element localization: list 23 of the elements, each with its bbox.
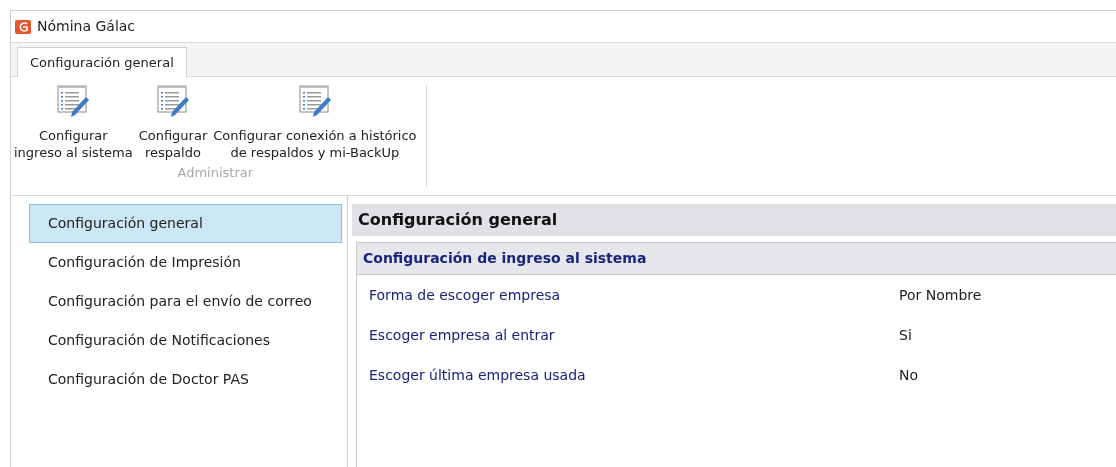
content-header: Configuración general [352,204,1116,236]
sidebar-item[interactable]: Configuración de Notificaciones [29,321,342,360]
edit-document-icon [56,85,91,119]
setting-value: Si [899,325,912,345]
group-label: Administrar [177,164,254,182]
window-title: Nómina Gálac [37,17,136,36]
setting-label: Forma de escoger empresa [369,285,562,305]
ribbon-button[interactable]: Configurar respaldo [135,85,211,161]
sidebar-item[interactable]: Configuración general [29,204,342,243]
setting-label: Escoger última empresa usada [369,365,587,385]
setting-value: Por Nombre [899,285,982,305]
edit-document-icon [297,85,332,119]
setting-value: No [899,365,919,385]
ribbon-button[interactable]: Configurar ingreso al sistema [11,85,136,161]
sidebar-item[interactable]: Configuración para el envío de correo [29,282,342,321]
sidebar-item[interactable]: Configuración de Doctor PAS [29,360,342,399]
setting-label: Escoger empresa al entrar [369,325,556,345]
app-logo-icon [15,19,31,34]
section-header: Configuración de ingreso al sistema [357,243,1116,275]
edit-document-icon [155,85,190,119]
sidebar-item[interactable]: Configuración de Impresión [29,243,342,282]
ribbon-tab[interactable]: Configuración general [17,47,187,77]
ribbon-button[interactable]: Configurar conexión a histórico de respaldos y mi-BackUp [210,85,420,161]
